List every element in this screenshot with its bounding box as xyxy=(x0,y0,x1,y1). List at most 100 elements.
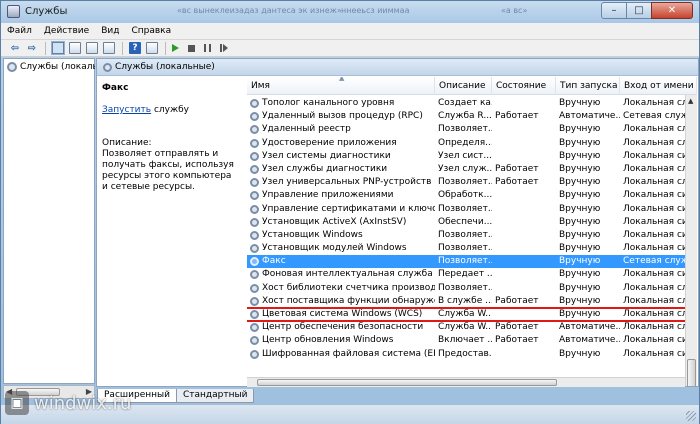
tree-item-services-local[interactable]: Службы (локальные) xyxy=(7,62,95,72)
service-name-text: Удаленный вызов процедур (RPC) xyxy=(262,111,423,122)
menu-help[interactable]: Справка xyxy=(131,26,171,36)
table-row[interactable]: Удаленный реестр Позволяет... Вручную Локал… xyxy=(247,123,687,136)
menu-action[interactable]: Действие xyxy=(44,26,89,36)
restart-service-icon[interactable] xyxy=(220,44,228,52)
start-service-link[interactable]: Запустить xyxy=(102,105,151,115)
service-status xyxy=(492,123,556,136)
table-row[interactable]: Факс Позволяет... Вручную Сетевая служба xyxy=(247,255,687,269)
service-name: Узел универсальных PNP-устройств xyxy=(247,176,435,189)
table-row[interactable]: Управление сертификатами и ключом ра...П… xyxy=(247,203,687,216)
service-startup-type: Вручную xyxy=(559,163,601,174)
scroll-thumb[interactable] xyxy=(257,379,557,386)
service-log-on-as: Локальная служба xyxy=(623,282,687,293)
console-tree-icon[interactable] xyxy=(51,41,65,55)
table-row[interactable]: Шифрованная файловая система (EFS) Предос… xyxy=(247,348,687,361)
services-rows: Тополог канального уровня Создает ка... Вр… xyxy=(247,97,687,361)
service-status: Работает xyxy=(495,335,539,346)
service-log-on-as: Локальная система xyxy=(623,216,687,227)
service-startup-type: Вручную xyxy=(559,282,601,293)
action-pane-icon[interactable] xyxy=(146,42,158,54)
start-service-icon[interactable] xyxy=(172,44,179,52)
gear-icon xyxy=(250,296,259,306)
table-row[interactable]: Фоновая интеллектуальная служба переда..… xyxy=(247,268,687,281)
service-startup-type: Вручную xyxy=(559,190,601,201)
service-name-text: Центр обновления Windows xyxy=(262,335,394,346)
service-name-text: Факс xyxy=(262,256,286,267)
tab-standard[interactable]: Стандартный xyxy=(175,389,255,403)
table-row[interactable]: Узел системы диагностики Узел сист... Вруч… xyxy=(247,150,687,163)
table-row[interactable]: Управление приложениями Обработк... Вручну… xyxy=(247,189,687,202)
service-name-text: Фоновая интеллектуальная служба переда..… xyxy=(262,269,435,280)
table-row[interactable]: Хост поставщика функции обнаруженияВ слу… xyxy=(247,295,687,308)
export-list-icon[interactable] xyxy=(103,42,115,54)
table-row[interactable]: Тополог канального уровня Создает ка... Вр… xyxy=(247,97,687,110)
service-status: Работает xyxy=(495,322,539,333)
table-row[interactable]: Установщик Windows Позволяет... Вручную Лок… xyxy=(247,229,687,242)
column-status[interactable]: Состояние xyxy=(492,77,556,95)
background-window-text: «вс вынеклеизадаз дантеса эк изнеж» xyxy=(177,6,342,15)
gear-icon xyxy=(250,138,259,148)
forward-arrow-icon[interactable]: ⇨ xyxy=(26,42,38,54)
column-name[interactable]: Имя xyxy=(247,77,435,95)
service-startup-type: Вручную xyxy=(559,243,601,254)
close-button[interactable]: ✕ xyxy=(651,2,693,19)
back-arrow-icon[interactable]: ⇦ xyxy=(9,42,21,54)
stop-service-icon[interactable] xyxy=(188,44,195,52)
properties-icon[interactable] xyxy=(69,42,81,54)
help-icon[interactable]: ? xyxy=(129,42,141,54)
gear-icon xyxy=(250,283,259,293)
background-window-text: «а вс» xyxy=(501,6,528,15)
description-label: Описание: xyxy=(102,138,152,148)
service-name: Удаленный реестр xyxy=(247,123,435,136)
services-app-icon xyxy=(7,5,20,18)
gear-icon xyxy=(250,257,259,267)
title-bar[interactable]: Службы «вс вынеклеизадаз дантеса эк изне… xyxy=(1,1,699,23)
gear-icon xyxy=(250,336,259,346)
maximize-button[interactable]: □ xyxy=(626,2,652,19)
service-startup-type: Вручную xyxy=(559,150,601,161)
table-row[interactable]: Удаленный вызов процедур (RPC) Служба R..… xyxy=(247,110,687,123)
table-row[interactable]: Узел службы диагностики Узел служ... Работ… xyxy=(247,163,687,176)
vertical-scrollbar[interactable]: ▲ ▼ xyxy=(685,95,697,386)
service-name-text: Центр обеспечения безопасности xyxy=(262,322,424,333)
service-name-text: Установщик ActiveX (AxInstSV) xyxy=(262,216,407,227)
service-log-on-as: Локальная служба xyxy=(623,322,687,333)
menu-view[interactable]: Вид xyxy=(101,26,119,36)
table-row[interactable]: Центр обеспечения безопасности Служба W..… xyxy=(247,321,687,334)
gear-icon xyxy=(250,125,259,135)
scroll-up-icon[interactable]: ▲ xyxy=(688,97,693,105)
service-status xyxy=(492,255,556,268)
gear-icon xyxy=(250,178,259,188)
gear-icon xyxy=(250,323,259,333)
table-row[interactable]: Хост библиотеки счетчика производитель..… xyxy=(247,282,687,295)
service-name-text: Управление приложениями xyxy=(262,190,394,201)
service-description: Узел служ... xyxy=(438,163,492,174)
table-row[interactable]: Узел универсальных PNP-устройств Позволяе… xyxy=(247,176,687,189)
service-description: Позволяет... xyxy=(438,203,492,214)
scroll-thumb[interactable] xyxy=(687,359,696,386)
pause-service-icon[interactable] xyxy=(204,44,211,52)
service-log-on-as: Локальная служба xyxy=(623,177,687,188)
minimize-button[interactable]: – xyxy=(601,2,627,19)
console-tree: Службы (локальные) xyxy=(3,58,95,384)
menu-file[interactable]: Файл xyxy=(7,26,32,36)
service-name-text: Установщик Windows xyxy=(262,229,363,240)
column-description[interactable]: Описание xyxy=(435,77,492,95)
service-status xyxy=(492,150,556,163)
maximize-icon: □ xyxy=(634,5,644,16)
services-pane: Службы (локальные) Факс Запустить службу… xyxy=(96,58,699,387)
gear-icon xyxy=(250,230,259,240)
service-startup-type: Вручную xyxy=(559,309,601,319)
service-startup-type: Вручную xyxy=(559,137,601,148)
table-row[interactable]: Удостоверение приложения Определя... Вручн… xyxy=(247,137,687,150)
list-horizontal-scrollbar[interactable] xyxy=(247,377,685,387)
refresh-icon[interactable] xyxy=(86,42,98,54)
column-log-on-as[interactable]: Вход от имени xyxy=(620,77,697,95)
service-startup-type: Автоматиче... xyxy=(559,111,620,122)
resize-grip-icon[interactable] xyxy=(686,411,696,421)
table-row[interactable]: Установщик модулей Windows Позволяет... Вр… xyxy=(247,242,687,255)
table-row[interactable]: Цветовая система Windows (WCS) Служба W..… xyxy=(247,308,687,321)
column-startup-type[interactable]: Тип запуска xyxy=(556,77,620,95)
table-row[interactable]: Центр обновления Windows Включает ... Рабо… xyxy=(247,334,687,347)
table-row[interactable]: Установщик ActiveX (AxInstSV) Обеспечи...… xyxy=(247,216,687,229)
